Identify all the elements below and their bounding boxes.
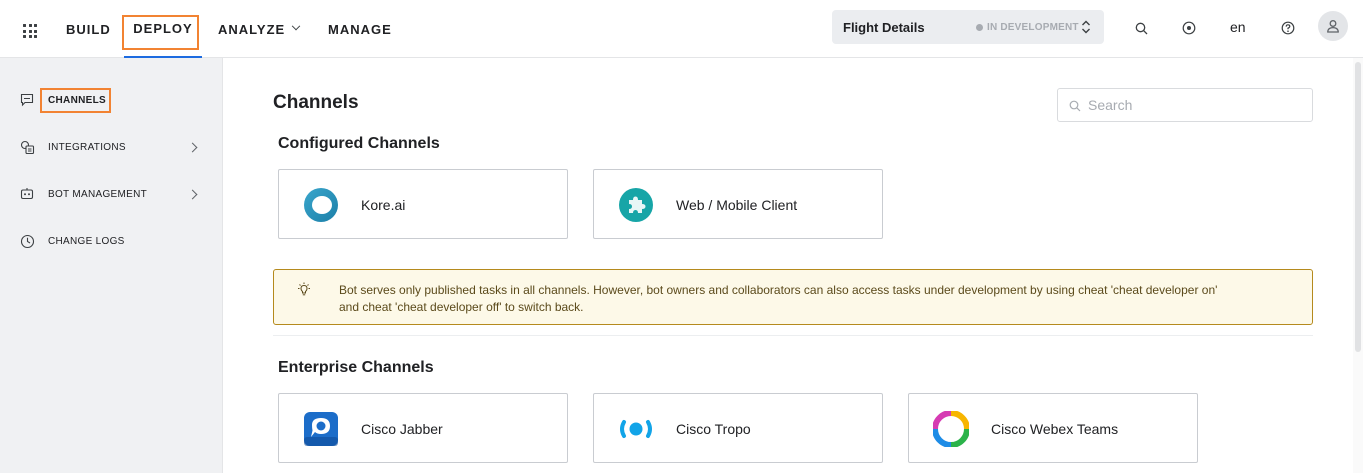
sidebar-item-label: INTEGRATIONS <box>48 141 126 153</box>
cisco-jabber-icon <box>304 412 338 446</box>
sidebar-item-channels[interactable]: CHANNELS <box>0 80 223 120</box>
sidebar: CHANNELS INTEGRATIONS BOT MANAGEMENT CHA… <box>0 58 223 473</box>
status-dot-icon <box>976 24 983 31</box>
search-icon[interactable] <box>1131 18 1151 38</box>
chevron-right-icon <box>187 142 198 152</box>
bot-selector[interactable]: Flight Details IN DEVELOPMENT <box>832 10 1104 44</box>
configured-channels-title: Configured Channels <box>278 135 440 152</box>
chevron-down-icon <box>291 21 301 31</box>
channels-highlight-box <box>40 88 111 113</box>
nav-build[interactable]: BUILD <box>66 0 111 58</box>
channel-label: Cisco Webex Teams <box>991 421 1119 437</box>
nav-analyze[interactable]: ANALYZE <box>218 0 301 58</box>
channel-card-cisco-tropo[interactable]: Cisco Tropo <box>593 393 883 463</box>
apps-grid-icon[interactable] <box>23 24 37 38</box>
info-banner: Bot serves only published tasks in all c… <box>273 269 1313 325</box>
history-icon <box>19 233 35 249</box>
puzzle-icon <box>619 188 653 222</box>
lightbulb-icon <box>298 282 310 296</box>
channel-card-koreai[interactable]: Kore.ai <box>278 169 568 239</box>
top-bar: BUILD DEPLOY ANALYZE MANAGE Flight Detai… <box>0 0 1363 58</box>
nav-deploy[interactable]: DEPLOY <box>122 0 202 58</box>
sidebar-item-integrations[interactable]: INTEGRATIONS <box>0 127 223 167</box>
deploy-highlight-box <box>122 15 199 50</box>
bot-icon <box>19 186 35 202</box>
integrations-icon <box>19 139 35 155</box>
nav-manage[interactable]: MANAGE <box>328 0 392 58</box>
bot-status-label: IN DEVELOPMENT <box>987 22 1079 33</box>
divider <box>273 335 1313 336</box>
sidebar-item-change-logs[interactable]: CHANGE LOGS <box>0 221 223 261</box>
search-icon <box>1069 100 1081 112</box>
info-text: Bot serves only published tasks in all c… <box>339 283 1218 314</box>
channel-label: Kore.ai <box>361 197 406 213</box>
nav-analyze-label: ANALYZE <box>218 21 286 37</box>
enterprise-channels-title: Enterprise Channels <box>278 359 434 376</box>
koreai-logo-icon <box>304 188 338 222</box>
up-down-chevron-icon <box>1082 20 1090 34</box>
bot-status: IN DEVELOPMENT <box>976 22 1079 33</box>
channel-card-webex-teams[interactable]: Cisco Webex Teams <box>908 393 1198 463</box>
page-title: Channels <box>273 92 359 113</box>
sidebar-item-label: BOT MANAGEMENT <box>48 188 148 200</box>
language-selector[interactable]: en <box>1230 19 1246 35</box>
sidebar-item-label: CHANGE LOGS <box>48 235 125 247</box>
channel-card-cisco-jabber[interactable]: Cisco Jabber <box>278 393 568 463</box>
channel-label: Web / Mobile Client <box>676 197 798 213</box>
help-icon[interactable] <box>1278 18 1298 38</box>
chevron-right-icon <box>187 189 198 199</box>
scrollbar-thumb[interactable] <box>1355 62 1361 352</box>
webex-teams-icon <box>933 411 969 447</box>
sidebar-item-bot-management[interactable]: BOT MANAGEMENT <box>0 174 223 214</box>
notification-icon[interactable] <box>1179 18 1199 38</box>
cisco-tropo-icon <box>620 420 652 438</box>
search-input[interactable] <box>1088 97 1298 113</box>
user-avatar-icon[interactable] <box>1318 11 1348 41</box>
bot-name: Flight Details <box>843 20 925 35</box>
channel-card-web-mobile[interactable]: Web / Mobile Client <box>593 169 883 239</box>
nav-manage-label: MANAGE <box>328 21 392 37</box>
search-box[interactable] <box>1057 88 1313 122</box>
chat-icon <box>19 92 35 108</box>
channel-label: Cisco Jabber <box>361 421 443 437</box>
channel-label: Cisco Tropo <box>676 421 751 437</box>
scrollbar[interactable] <box>1353 58 1363 473</box>
nav-build-label: BUILD <box>66 21 111 37</box>
main-content: Channels Configured Channels Kore.ai Web… <box>224 58 1353 473</box>
